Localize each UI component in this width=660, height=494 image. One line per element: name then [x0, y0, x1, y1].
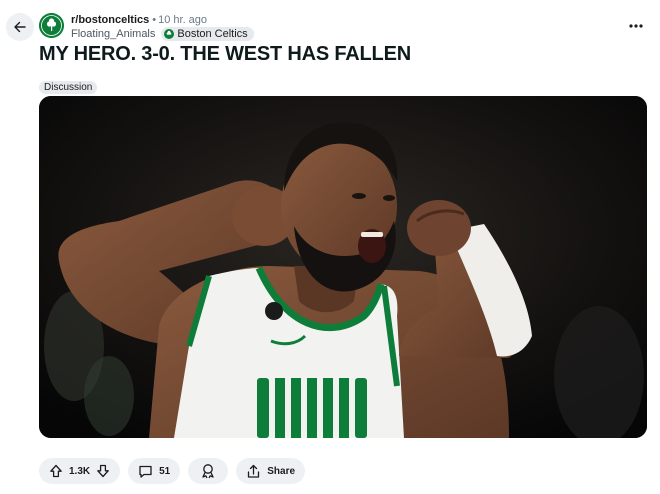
- share-icon: [248, 464, 260, 478]
- post-image[interactable]: [39, 96, 647, 438]
- subreddit-link[interactable]: r/bostonceltics: [71, 14, 149, 26]
- back-button[interactable]: [6, 13, 34, 41]
- meta-separator: •: [152, 14, 157, 26]
- award-icon: [202, 464, 214, 479]
- user-flair-label: Boston Celtics: [177, 28, 248, 40]
- player-celebration-image: [39, 96, 647, 438]
- vote-pill: 1.3K: [39, 458, 121, 484]
- downvote-arrow-icon[interactable]: [96, 464, 110, 478]
- vote-count: 1.3K: [69, 465, 91, 477]
- upvote-arrow-icon[interactable]: [49, 464, 63, 478]
- post-title[interactable]: MY HERO. 3-0. THE WEST HAS FALLEN: [39, 43, 411, 66]
- post-time: 10 hr. ago: [158, 14, 208, 26]
- share-label: Share: [267, 465, 296, 477]
- comment-bubble-icon: [139, 465, 152, 478]
- more-options-button[interactable]: [626, 18, 646, 34]
- celtics-logo-icon: [39, 13, 64, 38]
- ellipsis-icon: [629, 24, 643, 28]
- author-link[interactable]: Floating_Animals: [71, 27, 155, 41]
- award-button[interactable]: [188, 458, 229, 484]
- post-meta: r/bostonceltics • 10 hr. ago: [71, 14, 207, 27]
- comments-button[interactable]: 51: [128, 458, 181, 484]
- post-flair-tag[interactable]: Discussion: [39, 81, 98, 94]
- celtics-flair-icon: [164, 29, 175, 39]
- post-actions: 1.3K 51 Share: [39, 458, 306, 484]
- user-flair: Boston Celtics: [161, 27, 254, 41]
- author-line: Floating_Animals Boston Celtics: [71, 27, 254, 41]
- subreddit-avatar[interactable]: [39, 13, 64, 38]
- arrow-left-icon: [14, 21, 26, 33]
- share-button[interactable]: Share: [236, 458, 306, 484]
- comment-count: 51: [159, 465, 171, 477]
